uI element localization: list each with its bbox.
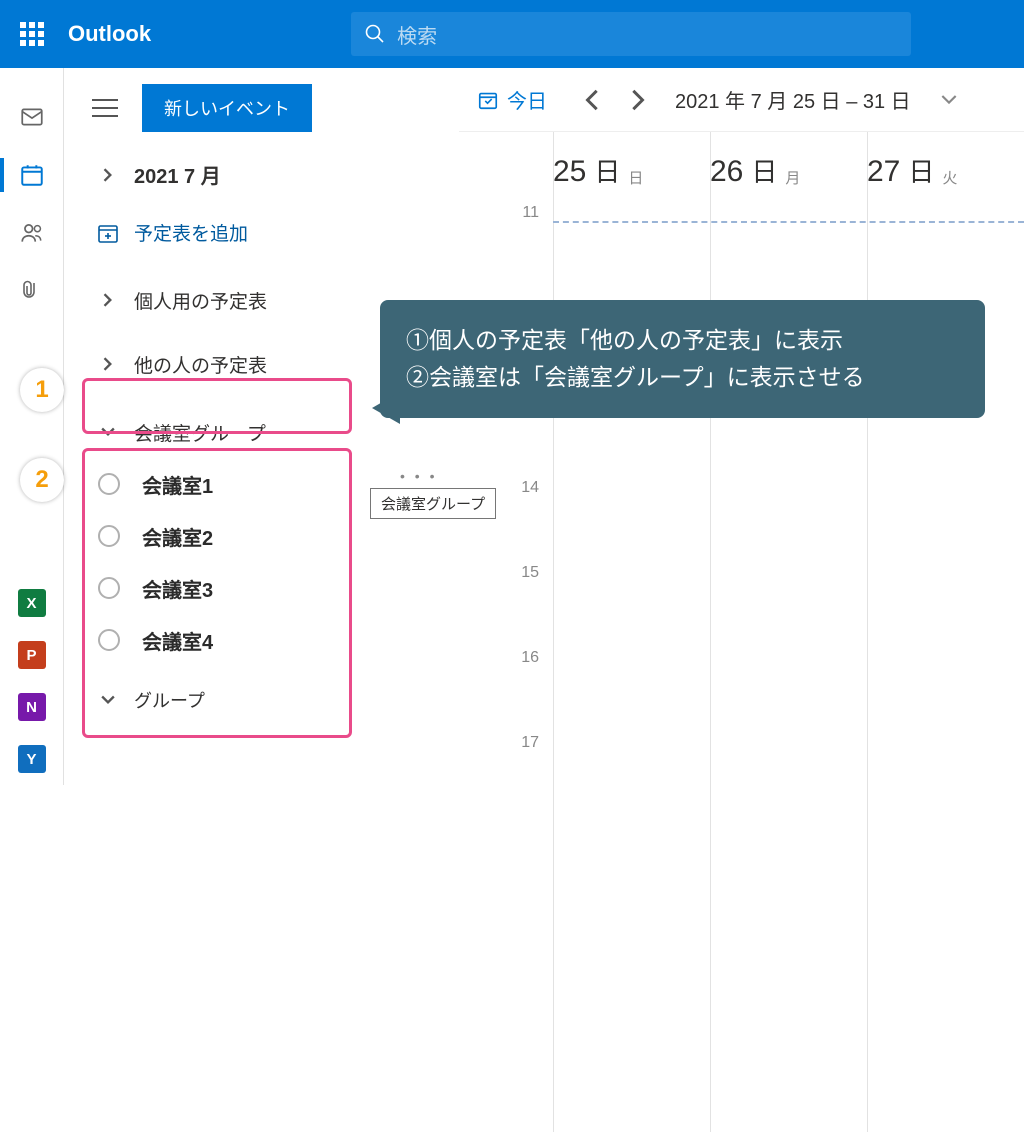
day-of-week: 火	[942, 167, 957, 188]
add-calendar-label: 予定表を追加	[134, 219, 248, 246]
search-placeholder: 検索	[397, 20, 437, 49]
time-label: 17	[459, 734, 539, 819]
radio-icon	[98, 629, 120, 651]
radio-icon	[98, 577, 120, 599]
group-label: 会議室グループ	[134, 419, 266, 446]
date-range: 2021 年 7 月 25 日 – 31 日	[675, 85, 911, 114]
chevron-right-icon	[92, 168, 124, 182]
day-column[interactable]: 27日火	[867, 132, 1024, 192]
today-label: 今日	[507, 85, 547, 114]
month-picker[interactable]: 2021 7 月	[64, 160, 459, 189]
people-icon	[19, 220, 45, 246]
day-column[interactable]: 25日日	[553, 132, 710, 192]
excel-icon[interactable]: X	[18, 589, 46, 617]
app-launcher-icon[interactable]	[12, 14, 52, 54]
today-button[interactable]: 今日	[477, 85, 547, 114]
chevron-down-icon	[92, 425, 124, 439]
list-item[interactable]: 会議室3	[92, 562, 459, 614]
annotation-badge-1: 1	[20, 368, 64, 412]
time-label: 16	[459, 649, 539, 734]
day-number: 27	[867, 155, 900, 189]
time-label: 15	[459, 564, 539, 649]
search-icon	[365, 24, 385, 44]
meeting-room-label: 会議室3	[142, 574, 213, 603]
more-icon[interactable]: • • •	[400, 468, 437, 484]
rail-people[interactable]	[0, 206, 64, 260]
rail-files[interactable]	[0, 264, 64, 318]
month-label: 2021 7 月	[134, 160, 221, 189]
yammer-icon[interactable]: Y	[18, 745, 46, 773]
chevron-right-icon	[92, 293, 124, 307]
sidebar: 新しいイベント 2021 7 月 予定表を追加 個人用の予定表 他の人の予定表 …	[64, 68, 459, 785]
day-number: 26	[710, 155, 743, 189]
tooltip: 会議室グループ	[370, 488, 496, 519]
calendar-add-icon	[92, 221, 124, 245]
onenote-icon[interactable]: N	[18, 693, 46, 721]
calendar-toolbar: 今日 2021 年 7 月 25 日 – 31 日	[459, 68, 1024, 132]
calendar-view: 25日日 26日月 27日火 11 14 15 16 17	[459, 132, 1024, 785]
day-number: 25	[553, 155, 586, 189]
day-unit: 日	[594, 152, 620, 189]
group-label: グループ	[134, 687, 205, 713]
rail-calendar[interactable]	[0, 148, 64, 202]
next-week-button[interactable]	[615, 78, 659, 122]
current-time-line	[553, 221, 1024, 223]
meeting-room-label: 会議室2	[142, 522, 213, 551]
top-bar: Outlook 検索	[0, 0, 1024, 68]
meeting-room-label: 会議室1	[142, 470, 213, 499]
hamburger-icon[interactable]	[92, 99, 118, 117]
day-unit: 日	[908, 152, 934, 189]
new-event-button[interactable]: 新しいイベント	[142, 84, 312, 132]
chevron-right-icon	[92, 357, 124, 371]
calendar-grid[interactable]	[553, 204, 1024, 785]
day-header: 25日日 26日月 27日火	[553, 132, 1024, 192]
day-of-week: 月	[785, 167, 800, 188]
range-dropdown[interactable]	[927, 78, 971, 122]
calendar-icon	[19, 162, 45, 188]
callout-line: ②会議室は「会議室グループ」に表示させる	[406, 359, 959, 396]
chevron-down-icon	[92, 693, 124, 707]
group-label: 個人用の予定表	[134, 287, 267, 314]
radio-icon	[98, 525, 120, 547]
add-calendar[interactable]: 予定表を追加	[64, 219, 459, 246]
calendar-group-groups[interactable]: グループ	[64, 674, 459, 726]
calendar-today-icon	[477, 89, 499, 111]
annotation-callout: ①個人の予定表「他の人の予定表」に表示 ②会議室は「会議室グループ」に表示させる	[380, 300, 985, 418]
app-name: Outlook	[68, 21, 151, 47]
mail-icon	[19, 104, 45, 130]
callout-line: ①個人の予定表「他の人の予定表」に表示	[406, 322, 959, 359]
rail-mail[interactable]	[0, 90, 64, 144]
day-column[interactable]: 26日月	[710, 132, 867, 192]
list-item[interactable]: 会議室4	[92, 614, 459, 666]
nav-rail: X P N Y	[0, 68, 64, 785]
attachment-icon	[20, 279, 44, 303]
day-of-week: 日	[628, 167, 643, 188]
meeting-room-label: 会議室4	[142, 626, 213, 655]
prev-week-button[interactable]	[571, 78, 615, 122]
day-unit: 日	[751, 152, 777, 189]
annotation-badge-2: 2	[20, 458, 64, 502]
powerpoint-icon[interactable]: P	[18, 641, 46, 669]
group-label: 他の人の予定表	[134, 351, 267, 378]
radio-icon	[98, 473, 120, 495]
search-box[interactable]: 検索	[351, 12, 911, 56]
time-label: 11	[459, 204, 539, 289]
